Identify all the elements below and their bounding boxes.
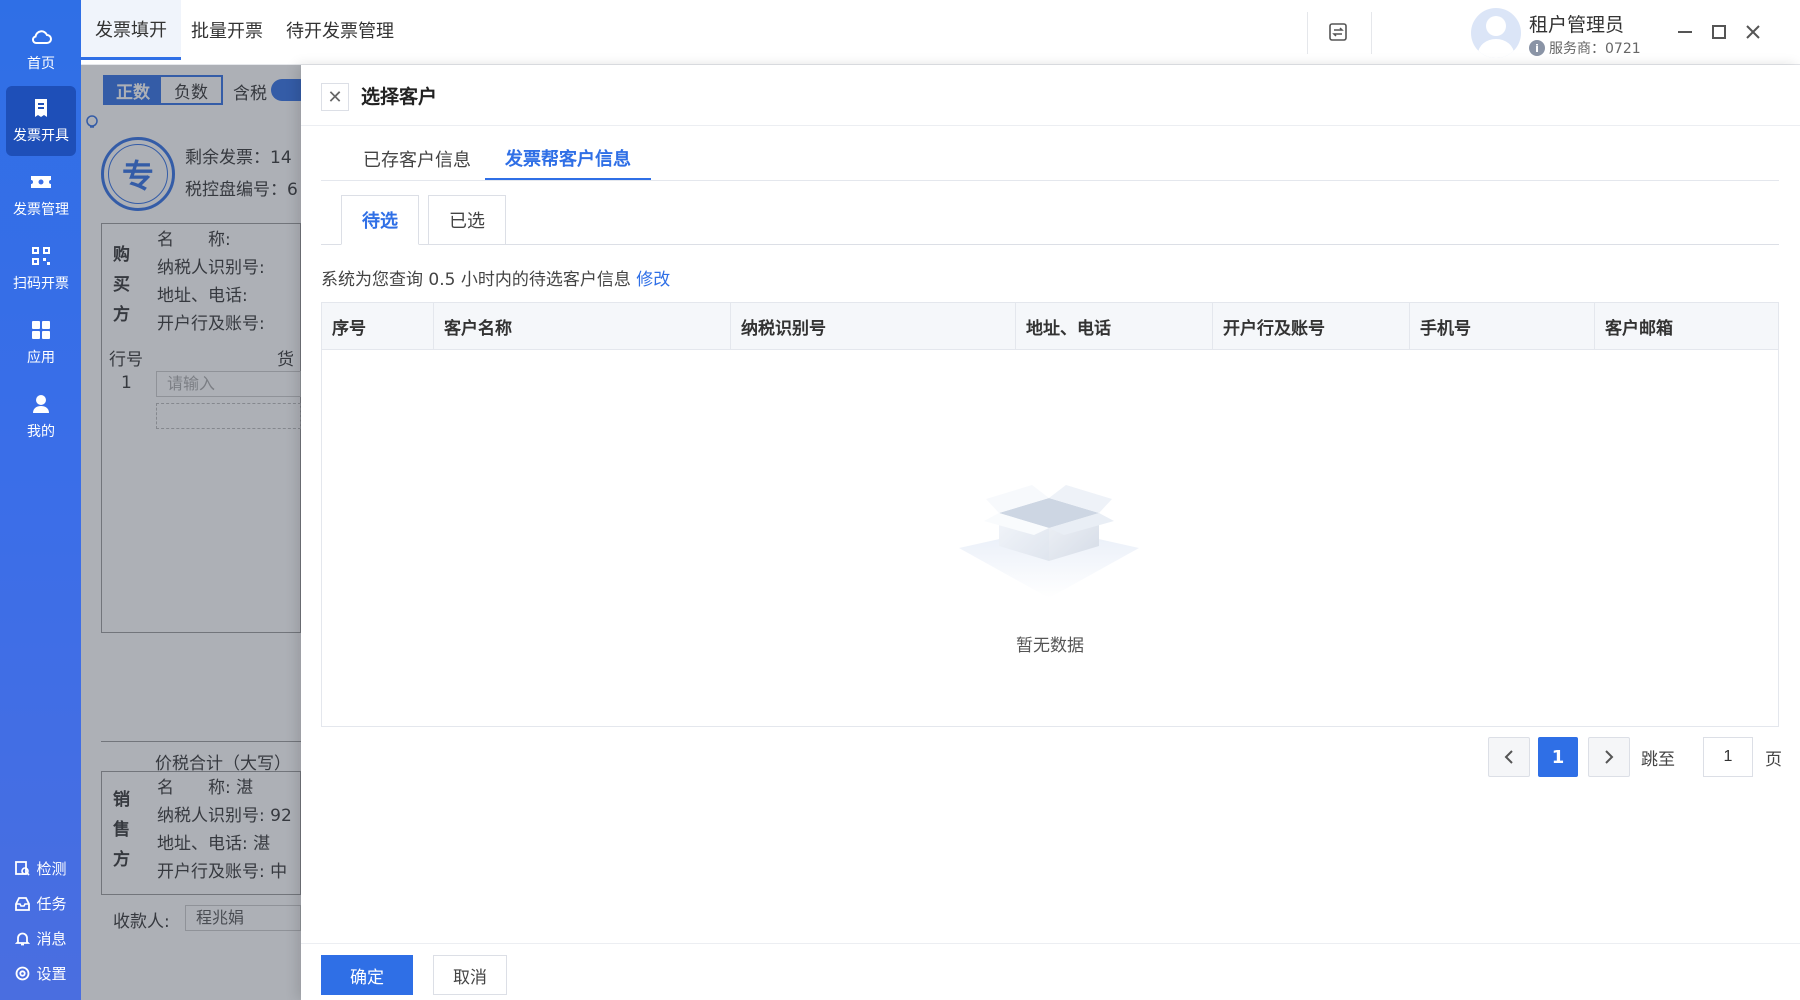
sidebar-item-home[interactable]: 首页	[6, 14, 76, 84]
drawer-title: 选择客户	[361, 86, 438, 108]
cloud-icon	[30, 25, 52, 47]
bell-icon	[14, 930, 30, 946]
close-window-icon[interactable]	[1739, 18, 1767, 46]
top-bar: 发票填开 批量开票 待开发票管理 租户管理员 i 服务商：0721	[81, 0, 1800, 65]
column-header-bank-account: 开户行及账号	[1213, 303, 1410, 350]
apps-icon	[30, 319, 52, 341]
column-header-customer-name: 客户名称	[434, 303, 731, 350]
divider	[321, 180, 1779, 181]
divider	[301, 943, 1800, 944]
sidebar-bottom-label: 设置	[36, 964, 67, 983]
table-header: 序号 客户名称 纳税识别号 地址、电话 开户行及账号 手机号 客户邮箱	[322, 303, 1778, 350]
sidebar: 首页 发票开具 发票管理 扫码开票 应用 我的 检测 任务 消息 设置	[0, 0, 81, 1000]
close-icon[interactable]: ✕	[321, 83, 349, 111]
column-header-address-phone: 地址、电话	[1016, 303, 1213, 350]
info-icon: i	[1529, 40, 1545, 56]
divider	[506, 244, 1779, 245]
divider	[321, 244, 341, 245]
sidebar-item-apps[interactable]: 应用	[6, 308, 76, 378]
user-icon	[30, 393, 52, 415]
sidebar-item-label: 扫码开票	[13, 276, 69, 292]
task-icon	[14, 895, 30, 911]
sidebar-item-label: 发票管理	[13, 202, 69, 218]
tab-invoice-helper-customers[interactable]: 发票帮客户信息	[485, 138, 651, 180]
empty-state-text: 暂无数据	[1016, 636, 1084, 656]
switch-icon[interactable]	[1324, 18, 1352, 46]
modify-link[interactable]: 修改	[636, 270, 670, 290]
user-name: 租户管理员	[1529, 14, 1625, 36]
sidebar-item-label: 我的	[27, 424, 55, 440]
qrcode-icon	[30, 245, 52, 267]
tab-saved-customers[interactable]: 已存客户信息	[343, 138, 491, 180]
prev-page-button[interactable]	[1488, 737, 1530, 777]
tab-pending-invoice[interactable]: 待开发票管理	[272, 0, 408, 60]
confirm-button[interactable]: 确定	[321, 955, 413, 995]
column-header-phone: 手机号	[1410, 303, 1595, 350]
divider	[419, 244, 428, 245]
sidebar-bottom-task[interactable]: 任务	[0, 888, 81, 918]
sidebar-item-label: 首页	[27, 56, 55, 72]
divider	[1371, 12, 1372, 54]
column-header-index: 序号	[322, 303, 434, 350]
column-header-email: 客户邮箱	[1605, 319, 1673, 339]
query-note: 系统为您查询 0.5 小时内的待选客户信息 修改	[321, 265, 670, 290]
minimize-icon[interactable]	[1671, 18, 1699, 46]
sidebar-item-invoice-manage[interactable]: 发票管理	[6, 160, 76, 230]
empty-box-icon	[954, 473, 1144, 603]
detect-icon	[14, 860, 30, 876]
settings-icon	[14, 965, 30, 981]
select-customer-drawer: ✕ 选择客户 已存客户信息 发票帮客户信息 待选 已选 系统为您查询 0.5 小…	[301, 65, 1800, 1000]
sidebar-item-label: 应用	[27, 350, 55, 366]
sidebar-item-label: 发票开具	[13, 128, 69, 144]
subtab-selected[interactable]: 已选	[428, 195, 506, 245]
page-unit-label: 页	[1765, 749, 1782, 770]
sidebar-bottom-detect[interactable]: 检测	[0, 853, 81, 883]
sidebar-item-scan-issue[interactable]: 扫码开票	[6, 234, 76, 304]
customer-table: 序号 客户名称 纳税识别号 地址、电话 开户行及账号 手机号 客户邮箱 暂无数据	[321, 302, 1779, 727]
service-provider-text: 服务商：0721	[1549, 41, 1641, 57]
avatar[interactable]	[1471, 8, 1521, 58]
sidebar-bottom-settings[interactable]: 设置	[0, 958, 81, 988]
jump-to-label: 跳至	[1641, 749, 1675, 770]
column-header-tax-id: 纳税识别号	[731, 303, 1016, 350]
subtab-pending[interactable]: 待选	[341, 195, 419, 245]
cancel-button[interactable]: 取消	[433, 955, 507, 995]
page-number-button[interactable]: 1	[1538, 737, 1578, 777]
tab-batch-invoice[interactable]: 批量开票	[177, 0, 277, 60]
query-note-text: 系统为您查询 0.5 小时内的待选客户信息	[321, 270, 631, 290]
modal-overlay[interactable]	[81, 65, 301, 1000]
divider	[1307, 12, 1308, 54]
sidebar-bottom-label: 检测	[36, 859, 67, 878]
jump-to-page-input[interactable]	[1703, 737, 1753, 777]
ticket-icon	[30, 171, 52, 193]
sidebar-bottom-label: 消息	[36, 929, 67, 948]
sidebar-bottom-messages[interactable]: 消息	[0, 923, 81, 953]
divider	[301, 125, 1800, 126]
next-page-button[interactable]	[1588, 737, 1630, 777]
sidebar-item-invoice-issue[interactable]: 发票开具	[6, 86, 76, 156]
tab-invoice-fill[interactable]: 发票填开	[81, 0, 181, 60]
user-service-provider: i 服务商：0721	[1529, 38, 1641, 58]
sidebar-item-mine[interactable]: 我的	[6, 382, 76, 452]
maximize-icon[interactable]	[1705, 18, 1733, 46]
invoice-icon	[30, 97, 52, 119]
sidebar-bottom-label: 任务	[36, 894, 67, 913]
